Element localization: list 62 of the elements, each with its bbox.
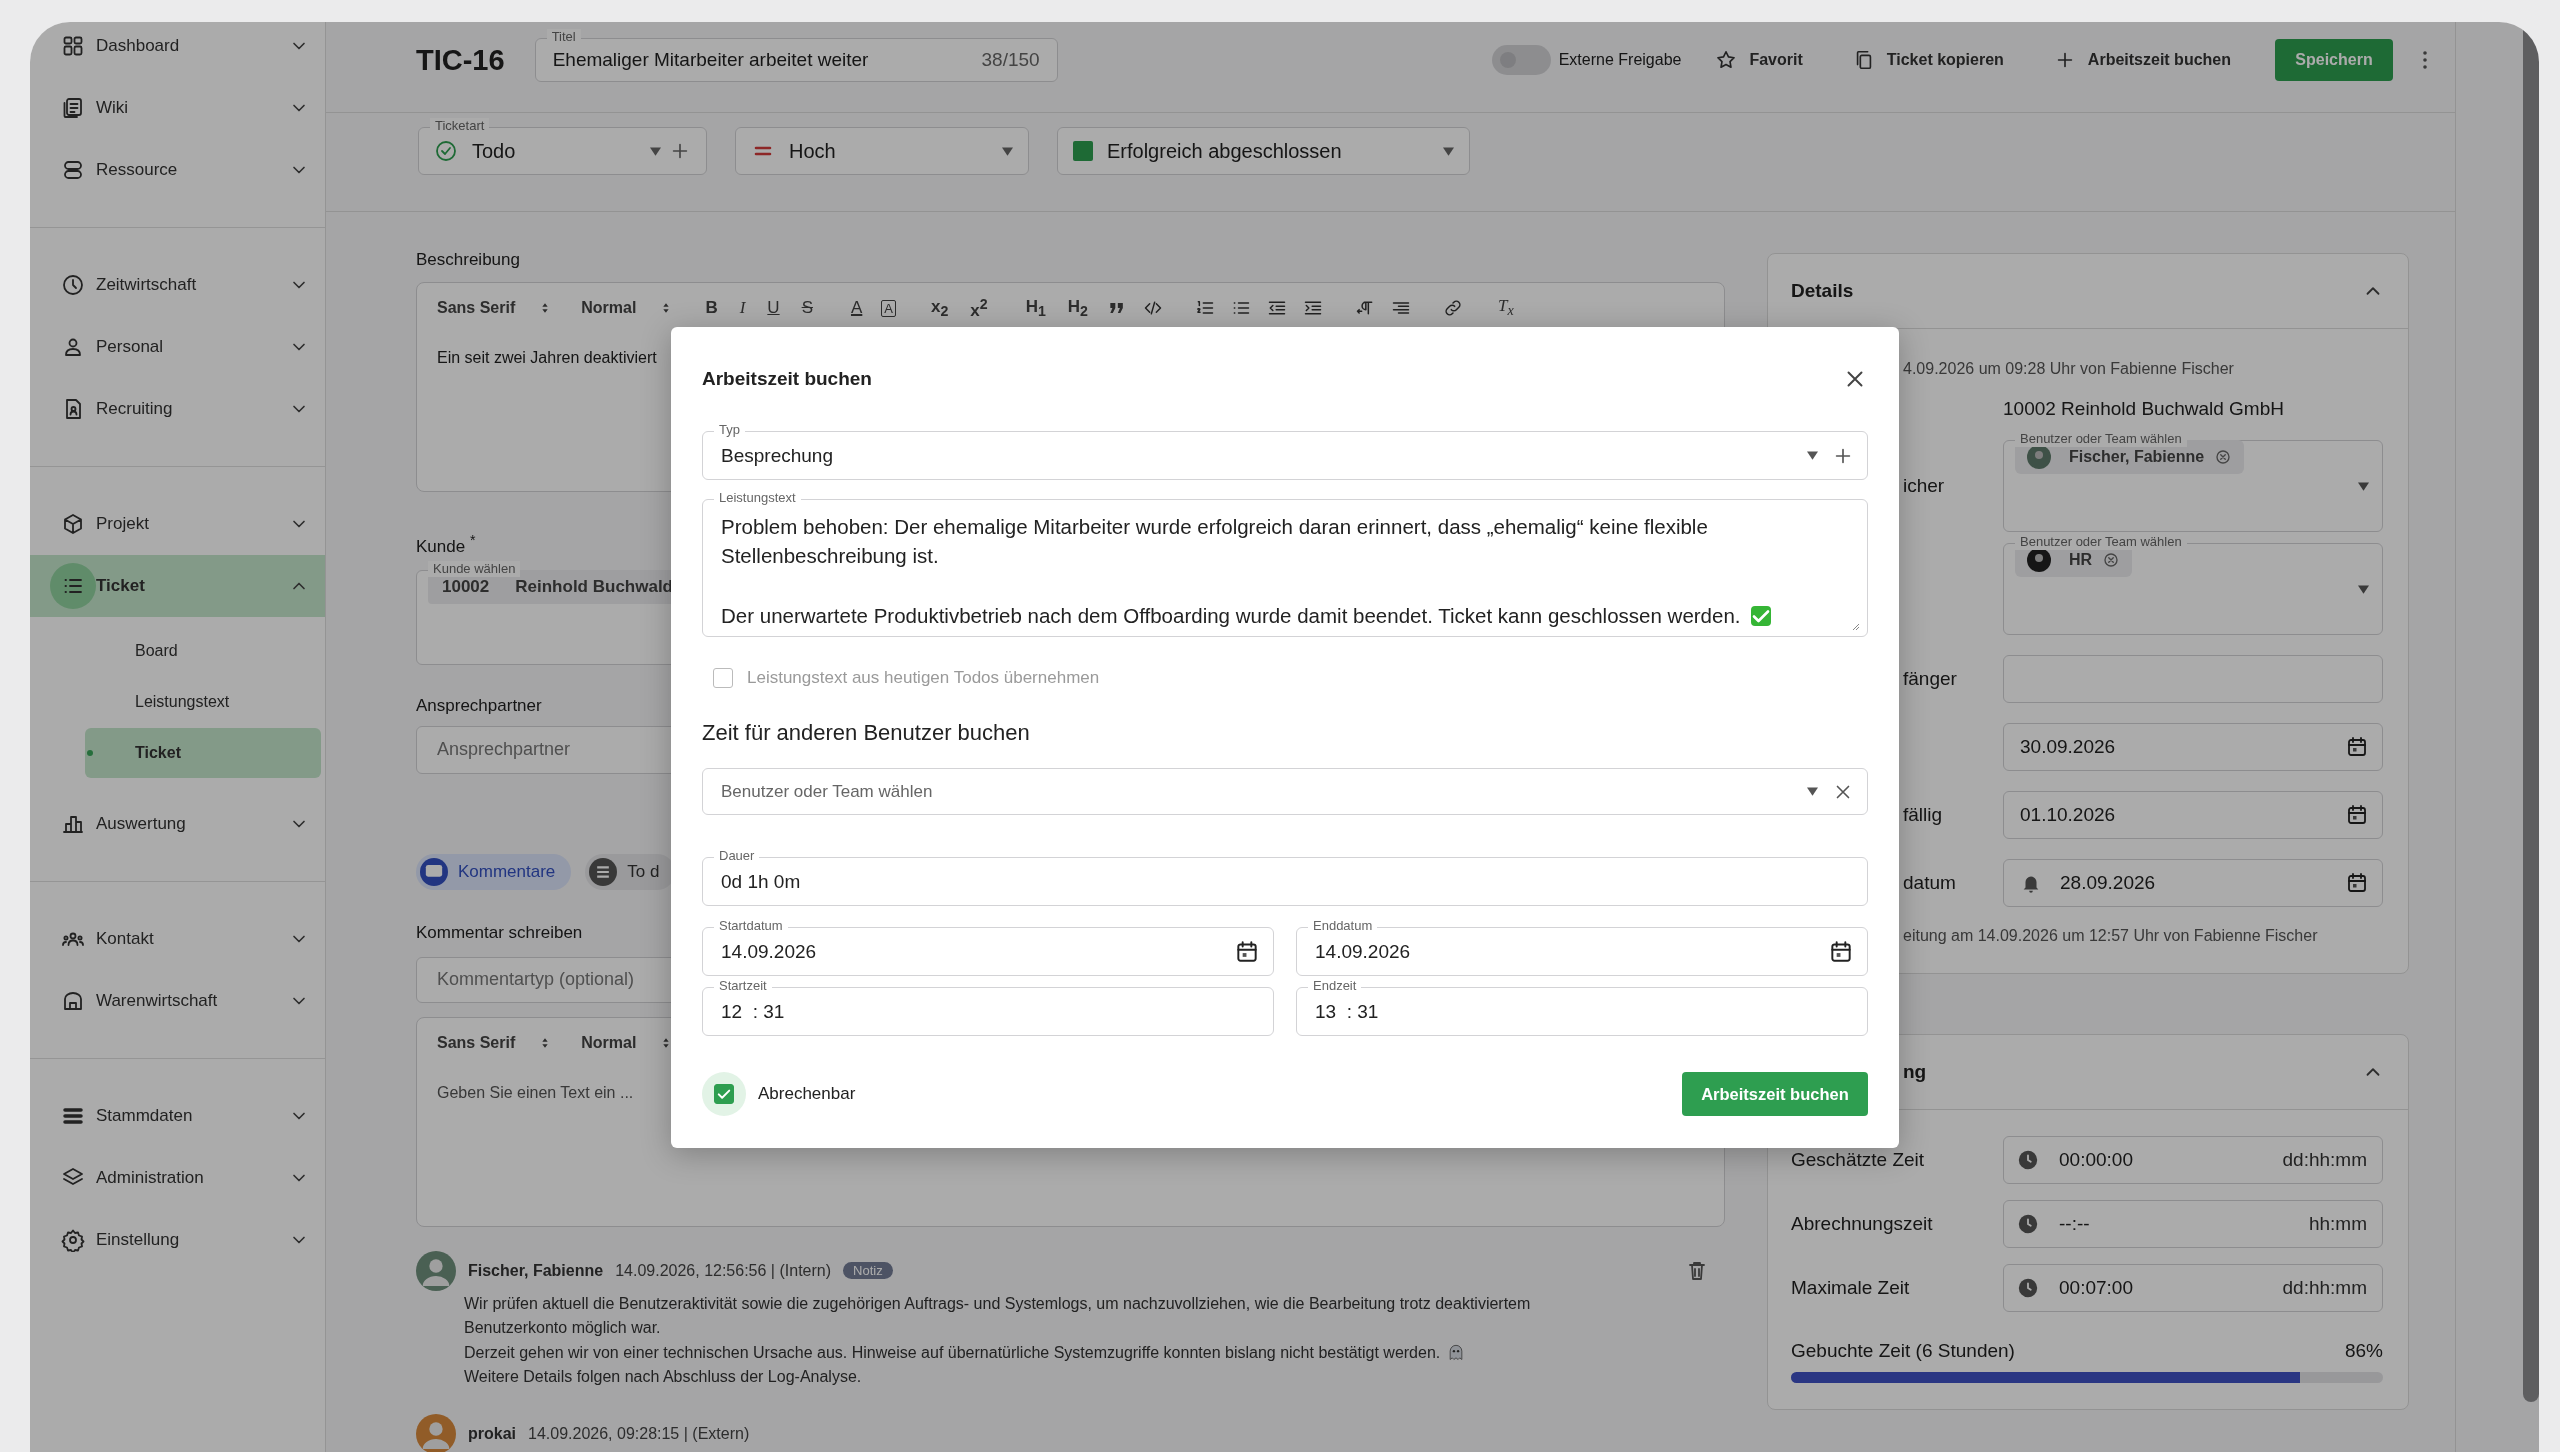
card-title: Details	[1791, 280, 1855, 302]
unit-label: dd:hh:mm	[2282, 1277, 2367, 1299]
field-label: Leistungstext	[714, 490, 801, 506]
field-value: 01.10.2026	[2020, 804, 2117, 826]
comment-text: Weitere Details folgen nach Abschluss der Log-Analyse.	[464, 1367, 863, 1388]
editor-placeholder: Geben Sie einen Text ein ...	[436, 1082, 635, 1103]
field-label: fänger	[1903, 668, 1957, 689]
field-value: 14.09.2026	[1315, 940, 1412, 963]
service-text: Problem behoben: Der ehemalige Mitarbeiter wurde erfolgreich daran erinnert, dass „ehemalig“ keine flexible Stellenbeschreibung ist.	[721, 514, 1709, 569]
section-label: Beschreibung	[416, 250, 520, 270]
field-value: --:--	[2059, 1213, 2091, 1235]
section-heading: Zeit für anderen Benutzer buchen	[702, 720, 1031, 746]
comment-meta: 14.09.2026, 09:28:15 | (Extern)	[528, 1424, 750, 1443]
field-value: Besprechung	[721, 444, 834, 467]
field-value: Hoch	[789, 139, 837, 163]
placeholder-text: Benutzer oder Team wählen	[721, 781, 934, 802]
field-label: Geschätzte Zeit	[1791, 1149, 1926, 1171]
field-label: Benutzer oder Team wählen	[2015, 534, 2187, 550]
field-value: 12 : 31	[721, 1000, 786, 1023]
service-text: Der unerwartete Produktivbetrieb nach dem Offboarding wurde damit beendet. Ticket kann geschlossen werden.	[721, 601, 1849, 630]
editor-text: Ein seit zwei Jahren deaktiviert	[436, 348, 658, 368]
field-label: datum	[1903, 872, 1956, 893]
checkbox-label: Leistungstext aus heutigen Todos übernehmen	[747, 668, 1100, 688]
unit-label: dd:hh:mm	[2282, 1149, 2367, 1171]
booked-time-label: Gebuchte Zeit (6 Stunden)	[1791, 1340, 2015, 1362]
field-value: 00:07:00	[2059, 1277, 2134, 1299]
field-label: Typ	[714, 422, 745, 438]
field-value: 13 : 31	[1315, 1000, 1380, 1023]
field-value: 30.09.2026	[2020, 736, 2117, 758]
info-text: 4.09.2026 um 09:28 Uhr von Fabienne Fischer	[1903, 360, 2234, 378]
field-label: fällig	[1903, 804, 1943, 825]
field-value: Todo	[472, 139, 517, 163]
char-counter: 38/150	[981, 49, 1040, 71]
field-label: Benutzer oder Team wählen	[2015, 431, 2187, 447]
unit-label: hh:mm	[2308, 1213, 2367, 1235]
toggle-label: Externe Freigabe	[1558, 51, 1682, 69]
comment-meta: 14.09.2026, 12:56:56 | (Intern)	[615, 1261, 832, 1280]
customer-name: 10002 Reinhold Buchwald GmbH	[2003, 398, 2284, 420]
field-value: 00:00:00	[2059, 1149, 2134, 1171]
info-text: eitung am 14.09.2026 um 12:57 Uhr von Fabienne Fischer	[1903, 927, 2318, 945]
section-label: Kommentar schreiben	[416, 922, 583, 943]
field-value: 28.09.2026	[2060, 872, 2157, 894]
note-badge: Notiz	[843, 1262, 893, 1280]
comment-author: prokai	[468, 1424, 516, 1443]
card-title: ng	[1902, 1061, 1928, 1083]
field-label: Maximale Zeit	[1791, 1277, 1911, 1299]
comment-author: Fischer, Fabienne	[468, 1261, 604, 1280]
dialog-title: Arbeitszeit buchen	[702, 368, 873, 390]
comment-text: Derzeit gehen wir von einer technischen Ursache aus. Hinweise auf übernatürliche Systemzugriffe konnten bislang nicht bestätigt werden.	[464, 1340, 1584, 1366]
section-label: Ansprechpartner	[416, 695, 542, 716]
field-label: Kunde wählen	[428, 560, 521, 577]
field-label: icher	[1903, 475, 1945, 496]
comment-text: Wir prüfen aktuell die Benutzeraktivität sowie die zugehörigen Auftrags- und Systemlogs, um nachzuvollziehen, wie die Bearbeitung trotz deaktiviertem Benutzerkonto möglich war.	[464, 1293, 1532, 1339]
ticket-id: TIC-16	[416, 43, 505, 77]
field-label: Abrechnungszeit	[1791, 1213, 1934, 1235]
percent-label: 86%	[2344, 1340, 2383, 1362]
section-label: Kunde $^{*}$	[416, 531, 476, 557]
field-value: 14.09.2026	[721, 940, 818, 963]
field-value: 0d 1h 0m	[721, 870, 802, 893]
field-value: Erfolgreich abgeschlossen	[1107, 139, 1343, 163]
field-value: Ehemaliger Mitarbeiter arbeitet weiter	[552, 49, 870, 71]
checkbox-label: Abrechenbar	[758, 1084, 857, 1104]
